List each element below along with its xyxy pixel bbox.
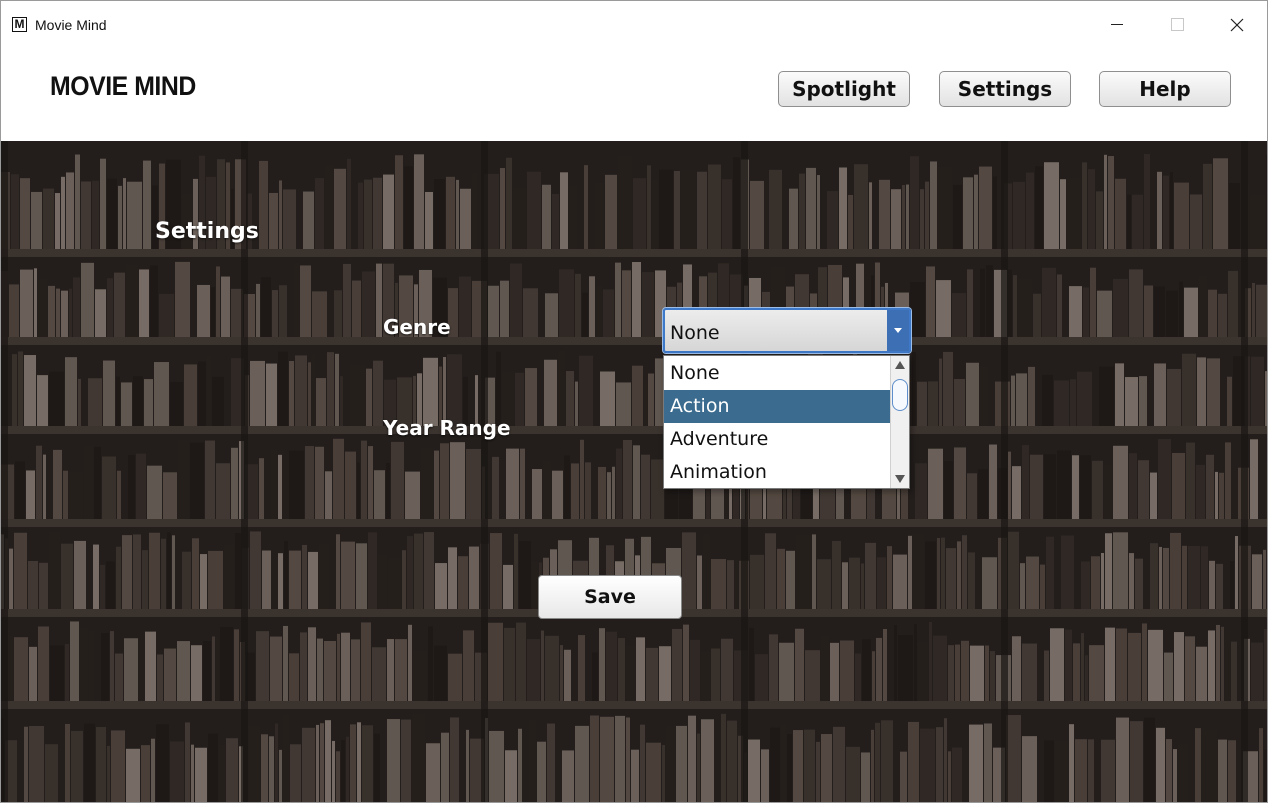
maximize-button[interactable] [1147, 1, 1207, 49]
settings-button[interactable]: Settings [939, 71, 1071, 107]
genre-label: Genre [383, 315, 451, 339]
title-bar: M Movie Mind [1, 1, 1267, 49]
chevron-down-icon[interactable] [887, 310, 909, 351]
scroll-thumb[interactable] [892, 379, 908, 411]
dropdown-scrollbar[interactable] [890, 356, 909, 488]
settings-title: Settings [155, 219, 259, 244]
genre-option-animation[interactable]: Animation [664, 456, 890, 489]
scroll-down-icon[interactable] [895, 475, 905, 483]
save-button[interactable]: Save [538, 575, 682, 619]
year-range-label: Year Range [383, 416, 511, 440]
genre-option-none[interactable]: None [664, 357, 890, 390]
close-icon [1230, 18, 1244, 32]
close-button[interactable] [1207, 1, 1267, 49]
brand-title: MOVIE MIND [50, 71, 196, 101]
genre-option-action[interactable]: Action [664, 390, 890, 423]
window-title: Movie Mind [35, 17, 107, 33]
genre-dropdown-list: None Action Adventure Animation [663, 355, 910, 489]
genre-option-adventure[interactable]: Adventure [664, 423, 890, 456]
genre-select[interactable]: None [663, 308, 911, 353]
genre-select-value: None [670, 322, 720, 344]
app-window: M Movie Mind MOVIE MIND Spotlight Settin… [0, 0, 1268, 803]
settings-panel: Settings Genre Year Range None None Acti… [1, 141, 1267, 802]
spotlight-button[interactable]: Spotlight [778, 71, 910, 107]
help-button[interactable]: Help [1099, 71, 1231, 107]
minimize-button[interactable] [1087, 1, 1147, 49]
app-logo-icon: M [12, 17, 27, 32]
app-header: MOVIE MIND Spotlight Settings Help [1, 49, 1267, 141]
scroll-up-icon[interactable] [895, 361, 905, 369]
